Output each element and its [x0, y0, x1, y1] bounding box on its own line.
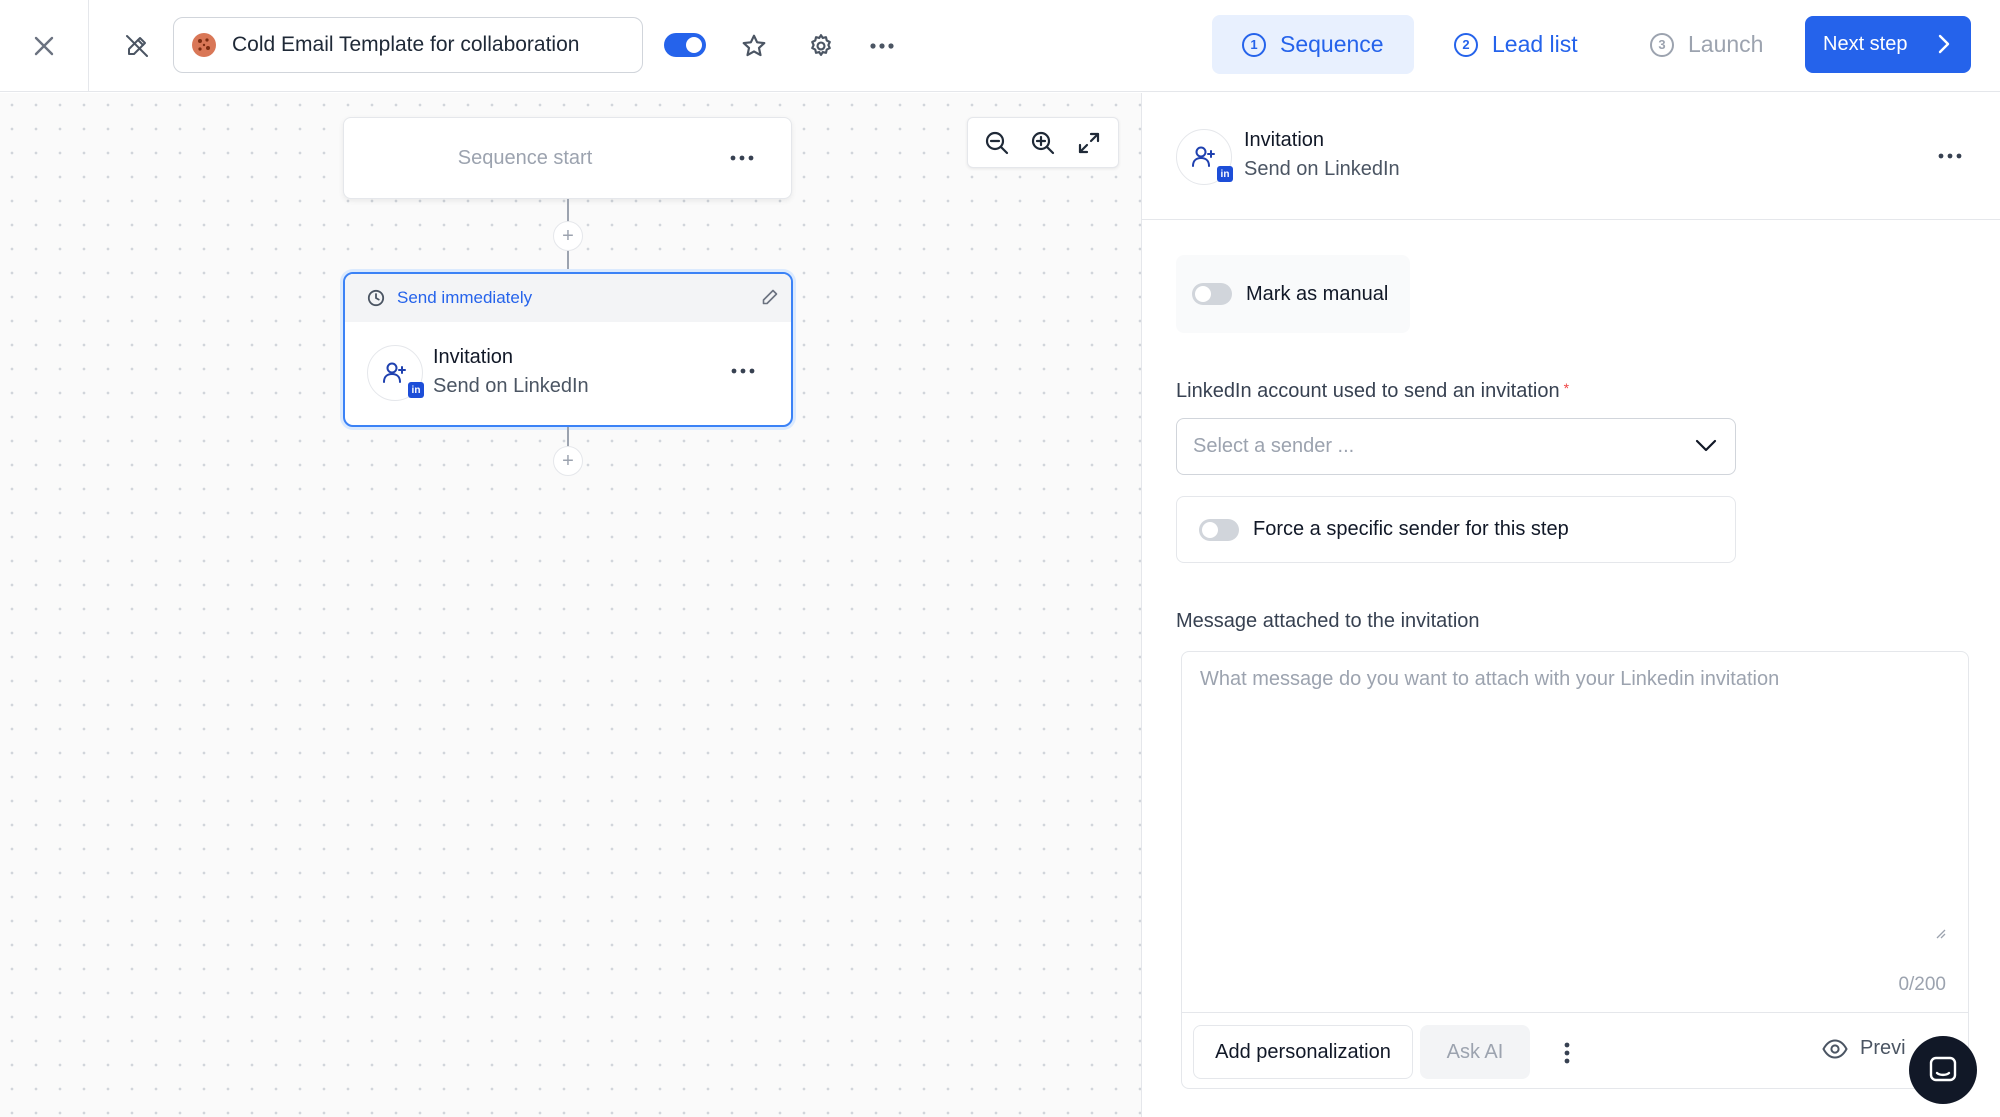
close-button[interactable] [0, 0, 89, 92]
zoom-out-icon [985, 131, 1009, 154]
support-chat-button[interactable] [1909, 1036, 1977, 1104]
linkedin-icon: in [1217, 166, 1233, 182]
star-icon [742, 34, 766, 57]
force-sender-toggle[interactable] [1199, 518, 1239, 541]
zoom-out-button[interactable] [978, 124, 1016, 162]
step-subtitle: Send on LinkedIn [433, 375, 589, 397]
ask-ai-button[interactable]: Ask AI [1420, 1025, 1530, 1079]
close-icon [34, 36, 54, 56]
more-horizontal-icon [731, 368, 755, 374]
preview-button[interactable]: Previ [1822, 1037, 1906, 1060]
zoom-controls [967, 117, 1119, 168]
campaign-name: Cold Email Template for collaboration [232, 33, 580, 56]
settings-button[interactable] [797, 22, 845, 70]
clock-icon [367, 289, 385, 307]
panel-title: Invitation [1244, 129, 1325, 151]
sequence-start-node[interactable]: Sequence start [343, 117, 792, 199]
message-toolbar: Add personalization Ask AI Previ [1182, 1012, 1968, 1088]
cookie-icon [192, 33, 216, 57]
tab-label: Launch [1688, 31, 1764, 57]
tab-lead-list[interactable]: 2 Lead list [1440, 15, 1600, 74]
more-vertical-icon [1564, 1042, 1570, 1064]
zoom-in-icon [1031, 131, 1055, 154]
step-delay-label: Send immediately [397, 288, 533, 307]
message-field-label: Message attached to the invitation [1176, 610, 1480, 632]
edit-icon[interactable] [761, 288, 779, 306]
fit-view-button[interactable] [1070, 124, 1108, 162]
panel-header: in Invitation Send on LinkedIn [1142, 93, 2000, 220]
chat-icon [1929, 1056, 1957, 1082]
tab-label: Sequence [1280, 31, 1384, 57]
expand-icon [1078, 132, 1100, 153]
add-step-button[interactable]: + [553, 221, 583, 251]
resize-handle-icon[interactable] [1934, 927, 1946, 939]
add-personalization-button[interactable]: Add personalization [1193, 1025, 1413, 1079]
sequence-canvas[interactable]: Sequence start + Send immediately in Inv… [0, 93, 1141, 1117]
chevron-right-icon [1938, 34, 1950, 54]
message-more-button[interactable] [1552, 1038, 1582, 1068]
message-editor: 0/200 Add personalization Ask AI Previ [1181, 651, 1969, 1089]
step-number: 2 [1454, 32, 1478, 57]
step-avatar: in [367, 345, 424, 401]
connector-line [567, 427, 569, 447]
toggle-knob [686, 37, 702, 53]
step-delay-header: Send immediately [345, 274, 791, 322]
zoom-in-button[interactable] [1024, 124, 1062, 162]
chevron-down-icon [1695, 439, 1717, 452]
account-label-text: LinkedIn account used to send an invitat… [1176, 380, 1560, 402]
sender-select[interactable]: Select a sender ... [1176, 418, 1736, 475]
more-options-button[interactable] [858, 22, 906, 70]
more-horizontal-icon [730, 155, 754, 161]
panel-subtitle: Send on LinkedIn [1244, 158, 1400, 180]
tab-launch[interactable]: 3 Launch [1636, 15, 1786, 74]
tab-sequence[interactable]: 1 Sequence [1212, 15, 1414, 74]
campaign-active-toggle[interactable] [664, 33, 706, 57]
mark-manual-option: Mark as manual [1176, 255, 1410, 333]
force-sender-option: Force a specific sender for this step [1176, 496, 1736, 563]
add-user-icon [1192, 146, 1215, 167]
linkedin-icon: in [408, 382, 424, 398]
required-mark: * [1563, 380, 1570, 396]
character-counter: 0/200 [1898, 974, 1946, 995]
next-step-button[interactable]: Next step [1805, 16, 1971, 73]
step-title: Invitation [433, 346, 514, 368]
step-number: 3 [1650, 32, 1674, 57]
toggle-knob [1195, 286, 1211, 302]
message-input[interactable] [1182, 652, 1968, 1008]
top-bar: Cold Email Template for collaboration 1 … [0, 0, 2000, 92]
more-horizontal-icon [1938, 153, 1962, 159]
sequence-start-label: Sequence start [457, 146, 593, 169]
panel-menu-button[interactable] [1932, 141, 1968, 171]
account-field-label: LinkedIn account used to send an invitat… [1176, 380, 1569, 403]
add-step-button[interactable]: + [553, 446, 583, 476]
gear-icon [811, 34, 831, 56]
campaign-name-field[interactable]: Cold Email Template for collaboration [173, 17, 643, 73]
add-user-icon [383, 362, 406, 383]
step-settings-panel: in Invitation Send on LinkedIn Mark as m… [1141, 93, 2000, 1117]
eye-icon [1822, 1038, 1848, 1059]
force-sender-label: Force a specific sender for this step [1253, 518, 1569, 540]
step-node-menu-button[interactable] [725, 356, 761, 386]
step-number: 1 [1242, 32, 1266, 57]
mark-manual-label: Mark as manual [1246, 282, 1389, 305]
more-horizontal-icon [870, 43, 894, 49]
preview-label: Previ [1860, 1037, 1906, 1059]
invitation-step-node[interactable]: Send immediately in Invitation Send on L… [343, 272, 793, 427]
toggle-knob [1202, 521, 1218, 538]
favorite-button[interactable] [730, 22, 778, 70]
panel-avatar: in [1176, 129, 1233, 185]
start-node-menu-button[interactable] [724, 143, 760, 173]
next-step-label: Next step [1823, 33, 1908, 55]
tab-label: Lead list [1492, 31, 1578, 57]
pencil-off-icon [126, 35, 148, 57]
disable-edit-button[interactable] [113, 22, 161, 70]
sender-placeholder: Select a sender ... [1193, 435, 1355, 457]
mark-manual-toggle[interactable] [1192, 283, 1232, 305]
